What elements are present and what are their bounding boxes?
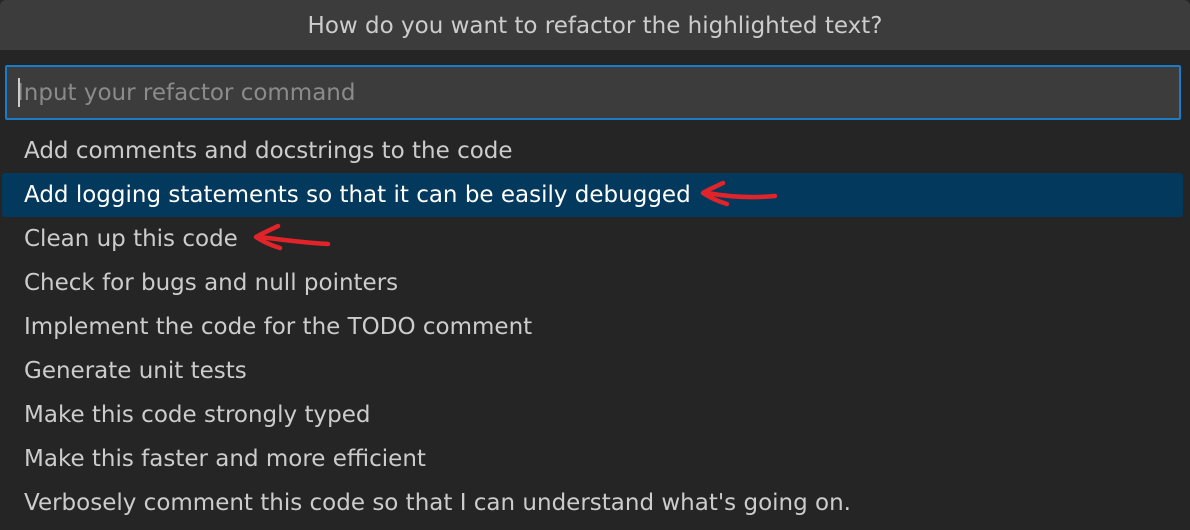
list-item-selected[interactable]: Add logging statements so that it can be… xyxy=(2,173,1183,217)
list-item[interactable]: Make this faster and more efficient xyxy=(2,437,1183,481)
list-item[interactable]: Check for bugs and null pointers xyxy=(2,261,1183,305)
list-item[interactable]: Generate unit tests xyxy=(2,349,1183,393)
list-item[interactable]: Verbosely comment this code so that I ca… xyxy=(2,481,1183,525)
list-item[interactable]: Clean up this code xyxy=(2,217,1183,261)
red-arrow-left-icon xyxy=(700,180,778,207)
list-item[interactable]: Add comments and docstrings to the code xyxy=(2,129,1183,173)
red-arrow-left-icon xyxy=(253,223,331,251)
refactor-command-input[interactable] xyxy=(17,67,1167,118)
command-input-box[interactable] xyxy=(5,65,1181,120)
dialog-title: How do you want to refactor the highligh… xyxy=(0,0,1190,50)
quick-pick-dialog: How do you want to refactor the highligh… xyxy=(0,0,1190,530)
text-caret xyxy=(18,78,20,107)
list-item[interactable]: Implement the code for the TODO comment xyxy=(2,305,1183,349)
suggestion-list: Add comments and docstrings to the code … xyxy=(0,129,1190,525)
list-item[interactable]: Make this code strongly typed xyxy=(2,393,1183,437)
